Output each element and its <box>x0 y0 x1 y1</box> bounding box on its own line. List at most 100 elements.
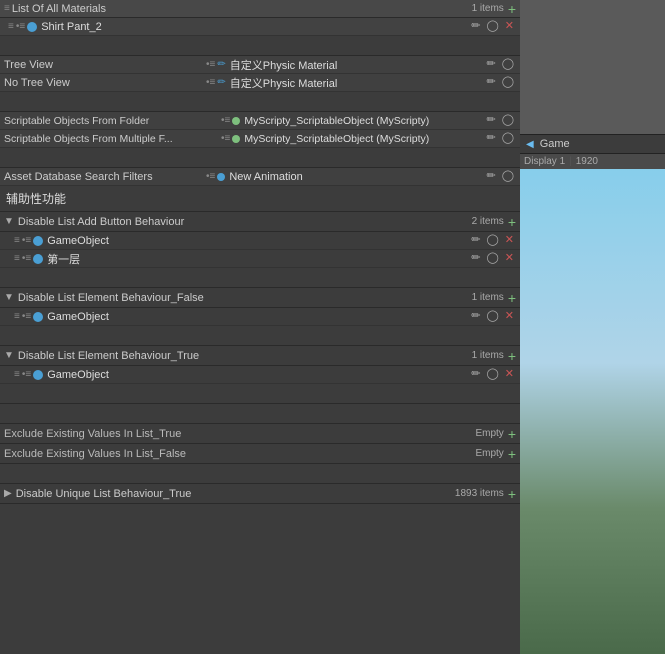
spacer-8 <box>0 464 520 484</box>
gameobject-1-circle-button[interactable]: ◯ <box>484 235 500 246</box>
right-panel: ◀ Game Display 1 | 1920 <box>520 0 665 654</box>
disable-element-false-title: Disable List Element Behaviour_False <box>18 292 472 304</box>
asset-database-circle-button[interactable]: ◯ <box>500 171 516 182</box>
shirt-circle-button[interactable]: ◯ <box>484 21 500 32</box>
gameobject-3-handle: ≡ <box>14 369 20 380</box>
disable-element-true-add-button[interactable]: + <box>508 349 516 363</box>
drag-handle: ≡ <box>4 3 10 14</box>
first-layer-row[interactable]: ≡ •≡ 第一层 ✏ ◯ ✕ <box>0 250 520 268</box>
tree-view-value-text: 自定义Physic Material <box>230 57 338 73</box>
scriptable-multiple-value: MyScripty_ScriptableObject (MyScripty) <box>232 133 484 145</box>
asset-database-edit-button[interactable]: ✏ <box>484 171 497 182</box>
scriptable-folder-icons: •≡ <box>221 115 230 126</box>
gameobject-2-icons: •≡ <box>22 311 31 322</box>
display-label: Display 1 <box>524 156 565 167</box>
no-tree-view-icons: •≡ <box>206 77 215 88</box>
exclude-true-label: Exclude Existing Values In List_True <box>4 428 475 440</box>
gameobject-row-3[interactable]: ≡ •≡ GameObject ✏ ◯ ✕ <box>0 366 520 384</box>
shirt-close-button[interactable]: ✕ <box>503 21 516 32</box>
disable-unique-add-button[interactable]: + <box>508 487 516 501</box>
first-layer-dot <box>33 254 43 264</box>
gameobject-row-1[interactable]: ≡ •≡ GameObject ✏ ◯ ✕ <box>0 232 520 250</box>
scriptable-folder-label: Scriptable Objects From Folder <box>4 115 219 127</box>
disable-element-false-count: 1 items <box>472 292 504 303</box>
disable-element-true-count: 1 items <box>472 350 504 361</box>
first-layer-edit-button[interactable]: ✏ <box>469 253 482 264</box>
no-tree-view-edit-button[interactable]: ✏ <box>484 77 497 88</box>
list-all-materials-label: List Of All Materials <box>12 3 472 15</box>
scriptable-multiple-label: Scriptable Objects From Multiple F... <box>4 133 219 145</box>
scriptable-multiple-edit-button[interactable]: ✏ <box>484 133 497 144</box>
no-tree-view-label: No Tree View <box>4 77 204 89</box>
shirt-drag-handle: ≡ <box>8 21 14 32</box>
tree-view-value: ✏ 自定义Physic Material <box>217 57 484 73</box>
spacer-7 <box>0 404 520 424</box>
no-tree-view-value: ✏ 自定义Physic Material <box>217 75 484 91</box>
tree-view-edit-button[interactable]: ✏ <box>484 59 497 70</box>
game-icon: ◀ <box>526 139 534 150</box>
sky-viewport <box>520 169 665 654</box>
gameobject-3-close-button[interactable]: ✕ <box>503 369 516 380</box>
shirt-dot-icon <box>27 22 37 32</box>
gameobject-1-label: GameObject <box>47 235 469 247</box>
gameobject-3-icons: •≡ <box>22 369 31 380</box>
first-layer-circle-button[interactable]: ◯ <box>484 253 500 264</box>
disable-unique-arrow[interactable]: ▶ <box>4 488 12 499</box>
scriptable-folder-actions: ✏ ◯ <box>484 115 516 126</box>
gameobject-1-edit-button[interactable]: ✏ <box>469 235 482 246</box>
disable-list-add-button[interactable]: + <box>508 215 516 229</box>
scriptable-multiple-value-text: MyScripty_ScriptableObject (MyScripty) <box>244 133 429 145</box>
asset-database-label: Asset Database Search Filters <box>4 171 204 183</box>
exclude-false-row: Exclude Existing Values In List_False Em… <box>0 444 520 464</box>
scriptable-folder-edit-button[interactable]: ✏ <box>484 115 497 126</box>
list-all-materials-row: ≡ List Of All Materials 1 items + <box>0 0 520 18</box>
gameobject-1-handle: ≡ <box>14 235 20 246</box>
scriptable-folder-row: Scriptable Objects From Folder •≡ MyScri… <box>0 112 520 130</box>
tree-view-circle-button[interactable]: ◯ <box>500 59 516 70</box>
gameobject-2-edit-button[interactable]: ✏ <box>469 311 482 322</box>
gameobject-1-icons: •≡ <box>22 235 31 246</box>
asset-database-dot <box>217 173 225 181</box>
list-all-materials-count: 1 items <box>472 3 504 14</box>
first-layer-icons: •≡ <box>22 253 31 264</box>
asset-database-icons: •≡ <box>206 171 215 182</box>
game-title: Game <box>540 138 570 150</box>
disable-unique-header: ▶ Disable Unique List Behaviour_True 189… <box>0 484 520 504</box>
shirt-pant-row[interactable]: ≡ •≡ Shirt Pant_2 ✏ ◯ ✕ <box>0 18 520 36</box>
tree-view-value-icon: ✏ <box>217 59 225 70</box>
disable-list-add-title: Disable List Add Button Behaviour <box>18 216 472 228</box>
first-layer-close-button[interactable]: ✕ <box>503 253 516 264</box>
gameobject-row-2[interactable]: ≡ •≡ GameObject ✏ ◯ ✕ <box>0 308 520 326</box>
disable-element-true-title: Disable List Element Behaviour_True <box>18 350 472 362</box>
gameobject-2-handle: ≡ <box>14 311 20 322</box>
exclude-true-row: Exclude Existing Values In List_True Emp… <box>0 424 520 444</box>
gameobject-2-close-button[interactable]: ✕ <box>503 311 516 322</box>
right-top-bg <box>520 0 665 135</box>
spacer-6 <box>0 384 520 404</box>
disable-element-false-add-button[interactable]: + <box>508 291 516 305</box>
no-tree-view-actions: ✏ ◯ <box>484 77 516 88</box>
disable-element-true-arrow[interactable]: ▼ <box>4 350 14 361</box>
exclude-true-status: Empty <box>475 428 503 439</box>
no-tree-view-value-text: 自定义Physic Material <box>230 75 338 91</box>
exclude-false-add-button[interactable]: + <box>508 447 516 461</box>
spacer-5 <box>0 326 520 346</box>
gameobject-3-circle-button[interactable]: ◯ <box>484 369 500 380</box>
tree-view-actions: ✏ ◯ <box>484 59 516 70</box>
gameobject-1-close-button[interactable]: ✕ <box>503 235 516 246</box>
scriptable-folder-value-text: MyScripty_ScriptableObject (MyScripty) <box>244 115 429 127</box>
asset-database-value: New Animation <box>217 171 484 183</box>
scriptable-multiple-circle-button[interactable]: ◯ <box>500 133 516 144</box>
shirt-edit-button[interactable]: ✏ <box>469 21 482 32</box>
gameobject-3-edit-button[interactable]: ✏ <box>469 369 482 380</box>
gameobject-2-dot <box>33 312 43 322</box>
display-row: Display 1 | 1920 <box>520 154 665 169</box>
gameobject-2-circle-button[interactable]: ◯ <box>484 311 500 322</box>
disable-element-false-arrow[interactable]: ▼ <box>4 292 14 303</box>
list-all-materials-add-button[interactable]: + <box>508 2 516 16</box>
no-tree-view-circle-button[interactable]: ◯ <box>500 77 516 88</box>
disable-list-add-arrow[interactable]: ▼ <box>4 216 14 227</box>
scriptable-multiple-row: Scriptable Objects From Multiple F... •≡… <box>0 130 520 148</box>
exclude-true-add-button[interactable]: + <box>508 427 516 441</box>
scriptable-folder-circle-button[interactable]: ◯ <box>500 115 516 126</box>
